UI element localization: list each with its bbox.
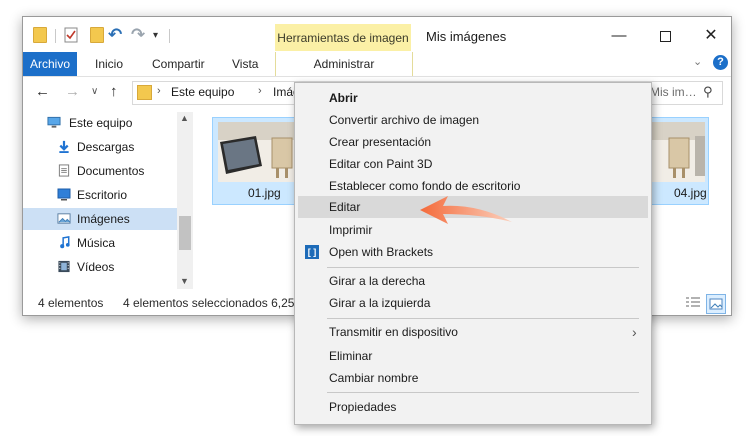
menu-item-propiedades[interactable]: Propiedades	[298, 396, 648, 418]
annotation-arrow-icon	[420, 196, 512, 224]
file-name: 01.jpg	[248, 186, 281, 200]
file-item-04[interactable]: 04.jpg	[645, 117, 709, 205]
menu-item-eliminar[interactable]: Eliminar	[298, 345, 648, 367]
navigation-pane-scrollbar[interactable]: ▲ ▼	[177, 112, 193, 289]
sidebar-item-descargas[interactable]: Descargas	[23, 136, 177, 158]
help-icon[interactable]: ?	[713, 55, 728, 70]
menu-item-convertir[interactable]: Convertir archivo de imagen	[298, 109, 648, 131]
tab-inicio[interactable]: Inicio	[95, 52, 123, 76]
sidebar-item-label: Música	[77, 236, 116, 250]
new-folder-icon[interactable]	[90, 27, 104, 43]
sidebar-item-label: Documentos	[77, 164, 145, 178]
up-arrow-icon[interactable]: ↑	[110, 83, 118, 100]
window-title: Mis imágenes	[426, 29, 507, 44]
menu-item-open-with-brackets[interactable]: [ ] Open with Brackets	[298, 241, 648, 263]
search-box[interactable]: Mis im… ⚲	[645, 81, 723, 105]
quick-access-separator	[169, 29, 170, 43]
menu-item-cambiar-nombre[interactable]: Cambiar nombre	[298, 367, 648, 389]
menu-item-girar-derecha[interactable]: Girar a la derecha	[298, 270, 648, 292]
sidebar-item-documentos[interactable]: Documentos	[23, 160, 177, 182]
sidebar-item-label: Vídeos	[77, 260, 115, 274]
sidebar-item-este-equipo[interactable]: Este equipo	[23, 112, 177, 134]
sidebar-item-label: Imágenes	[77, 212, 130, 226]
image-thumbnail	[218, 122, 298, 182]
folder-icon[interactable]	[33, 27, 47, 43]
tab-compartir[interactable]: Compartir	[152, 52, 205, 76]
large-icons-view-icon[interactable]	[706, 294, 726, 314]
menu-item-editar-paint-3d[interactable]: Editar con Paint 3D	[298, 153, 648, 175]
recent-locations-chevron-icon[interactable]: ∨	[91, 86, 98, 97]
maximize-icon	[659, 30, 671, 42]
music-note-icon	[60, 236, 70, 249]
maximize-button[interactable]	[643, 23, 687, 49]
sidebar-item-label: Descargas	[77, 140, 135, 154]
document-icon	[58, 164, 70, 177]
sidebar-item-imagenes[interactable]: Imágenes	[23, 208, 177, 230]
navigation-pane: Este equipo Descargas Documentos Escrito…	[23, 112, 193, 292]
file-item-01[interactable]: 01.jpg	[212, 117, 304, 205]
sidebar-item-escritorio[interactable]: Escritorio	[23, 184, 177, 206]
quick-access-separator	[55, 29, 56, 43]
redo-icon[interactable]: ↷	[131, 25, 145, 44]
menu-item-crear-presentacion[interactable]: Crear presentación	[298, 131, 648, 153]
undo-icon[interactable]: ↶	[108, 25, 122, 44]
folder-icon	[137, 85, 152, 100]
sidebar-item-videos[interactable]: Vídeos	[23, 256, 177, 278]
menu-item-abrir[interactable]: Abrir	[298, 87, 648, 109]
menu-item-girar-izquierda[interactable]: Girar a la izquierda	[298, 292, 648, 314]
scroll-down-arrow-icon[interactable]: ▼	[180, 276, 189, 286]
computer-icon	[47, 116, 61, 128]
breadcrumb-separator-icon[interactable]: ›	[258, 85, 262, 97]
desktop-icon	[57, 188, 71, 201]
title-bar: ↶ ↷ ▾ Herramientas de imagen Mis imágene…	[23, 17, 731, 52]
details-view-icon[interactable]	[685, 296, 701, 310]
search-icon[interactable]: ⚲	[703, 84, 713, 100]
minimize-button[interactable]: —	[597, 23, 641, 49]
back-arrow-icon[interactable]: ←	[35, 83, 50, 100]
ribbon-expand-chevron-icon[interactable]: ⌄	[693, 55, 702, 68]
breadcrumb-este-equipo[interactable]: Este equipo	[171, 85, 234, 99]
sidebar-item-label: Este equipo	[69, 116, 133, 130]
close-button[interactable]: ✕	[689, 23, 731, 49]
brackets-icon: [ ]	[305, 245, 319, 259]
tab-vista[interactable]: Vista	[232, 52, 258, 76]
submenu-chevron-icon: ›	[632, 324, 637, 340]
context-menu: Abrir Convertir archivo de imagen Crear …	[294, 82, 652, 425]
forward-arrow-icon[interactable]: →	[65, 83, 80, 100]
selection-info: 4 elementos seleccionados 6,25 MB	[123, 296, 316, 310]
ribbon-tabs: Archivo Inicio Compartir Vista Administr…	[23, 52, 731, 77]
chevron-down-icon[interactable]: ▾	[153, 30, 167, 46]
menu-separator	[327, 267, 639, 268]
tab-archivo[interactable]: Archivo	[23, 52, 77, 76]
scroll-up-arrow-icon[interactable]: ▲	[180, 113, 189, 123]
file-name: 04.jpg	[674, 186, 707, 200]
film-icon	[58, 260, 70, 273]
image-thumbnail	[649, 122, 705, 182]
download-arrow-icon	[59, 140, 69, 153]
tab-administrar[interactable]: Administrar	[275, 52, 413, 76]
search-placeholder: Mis im…	[650, 85, 697, 99]
context-tab-group-label: Herramientas de imagen	[275, 24, 411, 51]
item-count: 4 elementos	[38, 296, 104, 310]
menu-item-transmitir[interactable]: Transmitir en dispositivo ›	[298, 321, 648, 343]
scroll-thumb[interactable]	[179, 216, 191, 250]
properties-icon[interactable]	[64, 27, 78, 43]
pictures-icon	[57, 213, 71, 224]
sidebar-item-label: Escritorio	[77, 188, 128, 202]
menu-separator	[327, 318, 639, 319]
breadcrumb-separator-icon[interactable]: ›	[157, 85, 161, 97]
sidebar-item-musica[interactable]: Música	[23, 232, 177, 254]
menu-separator	[327, 392, 639, 393]
